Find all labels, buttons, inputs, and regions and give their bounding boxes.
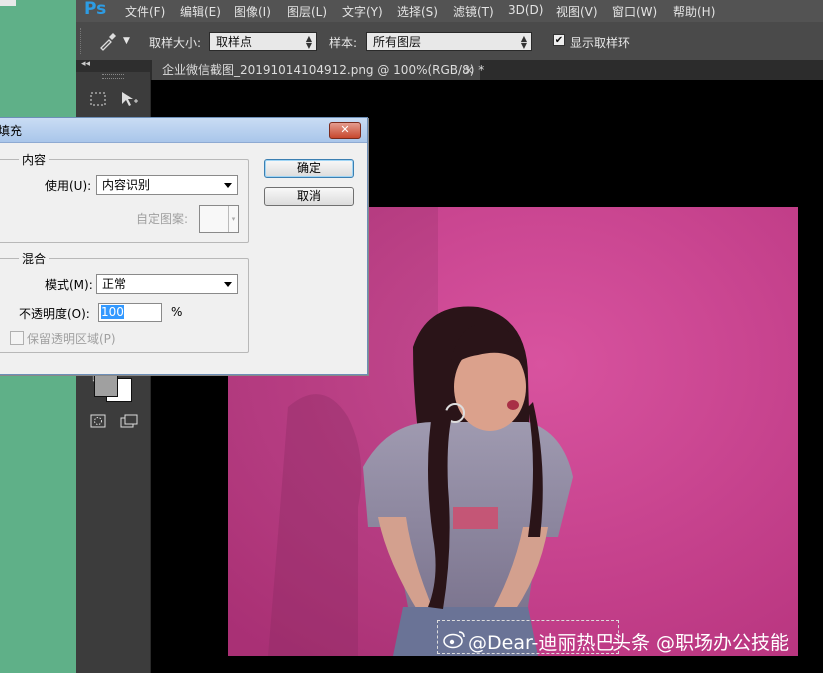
foreground-color-swatch[interactable] bbox=[94, 373, 118, 397]
quick-mask-icon[interactable] bbox=[90, 414, 106, 432]
opacity-input[interactable]: 100 bbox=[98, 303, 162, 322]
photoshop-logo: Ps bbox=[84, 0, 107, 19]
blend-group-title: 混合 bbox=[19, 250, 50, 267]
watermark-text: @Dear-迪丽热巴 bbox=[468, 632, 615, 654]
sample-select[interactable]: 所有图层 ▲ ▼ bbox=[366, 32, 532, 51]
close-tab-icon[interactable]: × bbox=[464, 60, 474, 80]
menu-filter[interactable]: 滤镜(T) bbox=[453, 3, 494, 20]
updown-arrow-icon: ▲ ▼ bbox=[520, 34, 527, 50]
options-bar: ▼ 取样大小: 取样点 ▲ ▼ 样本: 所有图层 ▲ ▼ ✔ 显示取样环 bbox=[76, 22, 823, 61]
fill-dialog: 填充 ✕ 内容 使用(U): 内容识别 自定图案: ▾ 混合 模式(M): 正常… bbox=[0, 117, 368, 375]
options-grip bbox=[80, 28, 84, 54]
menu-3d[interactable]: 3D(D) bbox=[508, 3, 543, 17]
opacity-unit: % bbox=[171, 305, 183, 319]
use-value: 内容识别 bbox=[102, 178, 151, 192]
marquee-tool-icon[interactable] bbox=[90, 92, 106, 110]
document-tab[interactable]: 企业微信截图_20191014104912.png @ 100%(RGB/8) … bbox=[152, 60, 484, 80]
mode-select[interactable]: 正常 bbox=[96, 274, 238, 294]
use-select[interactable]: 内容识别 bbox=[96, 175, 238, 195]
sample-size-value: 取样点 bbox=[216, 35, 253, 49]
show-ring-label: 显示取样环 bbox=[570, 36, 631, 50]
chevron-down-icon bbox=[224, 183, 232, 188]
menu-window[interactable]: 窗口(W) bbox=[612, 3, 657, 20]
menu-bar: Ps 文件(F) 编辑(E) 图像(I) 图层(L) 文字(Y) 选择(S) 滤… bbox=[76, 0, 823, 22]
menu-view[interactable]: 视图(V) bbox=[556, 3, 598, 20]
show-ring-checkbox[interactable]: ✔ bbox=[553, 34, 565, 46]
close-icon[interactable]: ✕ bbox=[329, 122, 361, 139]
opacity-label: 不透明度(O): bbox=[19, 307, 90, 321]
sample-value: 所有图层 bbox=[373, 35, 422, 49]
updown-arrow-icon: ▲ ▼ bbox=[305, 34, 312, 50]
opacity-value: 100 bbox=[101, 305, 124, 319]
desktop-icon-fragment bbox=[0, 0, 16, 6]
menu-help[interactable]: 帮助(H) bbox=[673, 3, 715, 20]
use-label: 使用(U): bbox=[45, 179, 92, 193]
preserve-transparency-label: 保留透明区域(P) bbox=[27, 332, 116, 346]
pattern-arrow-icon: ▾ bbox=[228, 206, 238, 232]
watermark-tag: 头条 @职场办公技能 bbox=[612, 632, 790, 654]
document-tab-bar: 企业微信截图_20191014104912.png @ 100%(RGB/8) … bbox=[150, 60, 823, 80]
menu-layer[interactable]: 图层(L) bbox=[287, 3, 327, 20]
dialog-titlebar[interactable]: 填充 ✕ bbox=[0, 118, 367, 143]
pattern-label: 自定图案: bbox=[136, 212, 189, 226]
ok-button[interactable]: 确定 bbox=[264, 159, 354, 178]
weibo-icon bbox=[443, 629, 467, 652]
screen-mode-icon[interactable] bbox=[120, 414, 140, 432]
cancel-button[interactable]: 取消 bbox=[264, 187, 354, 206]
eyedropper-icon[interactable] bbox=[98, 31, 120, 51]
content-group-title: 内容 bbox=[19, 151, 50, 168]
menu-select[interactable]: 选择(S) bbox=[397, 3, 438, 20]
mode-label: 模式(M): bbox=[45, 278, 93, 292]
mode-value: 正常 bbox=[102, 277, 127, 291]
tool-preset-arrow-icon[interactable]: ▼ bbox=[123, 36, 130, 46]
menu-image[interactable]: 图像(I) bbox=[234, 3, 271, 20]
menu-edit[interactable]: 编辑(E) bbox=[180, 3, 221, 20]
preserve-transparency-checkbox[interactable] bbox=[10, 331, 24, 345]
pattern-picker[interactable]: ▾ bbox=[199, 205, 239, 233]
dialog-title: 填充 bbox=[0, 124, 23, 138]
chevron-down-icon bbox=[224, 282, 232, 287]
document-tab-title: 企业微信截图_20191014104912.png @ 100%(RGB/8) … bbox=[162, 63, 485, 77]
tools-header: ◂◂ bbox=[76, 59, 150, 72]
sample-label: 样本: bbox=[329, 36, 358, 50]
collapse-icon[interactable]: ◂◂ bbox=[81, 59, 90, 69]
menu-type[interactable]: 文字(Y) bbox=[342, 3, 383, 20]
sample-size-label: 取样大小: bbox=[149, 36, 202, 50]
tools-grip bbox=[102, 74, 124, 79]
move-tool-icon[interactable] bbox=[120, 90, 140, 112]
sample-size-select[interactable]: 取样点 ▲ ▼ bbox=[209, 32, 317, 51]
menu-file[interactable]: 文件(F) bbox=[125, 3, 165, 20]
